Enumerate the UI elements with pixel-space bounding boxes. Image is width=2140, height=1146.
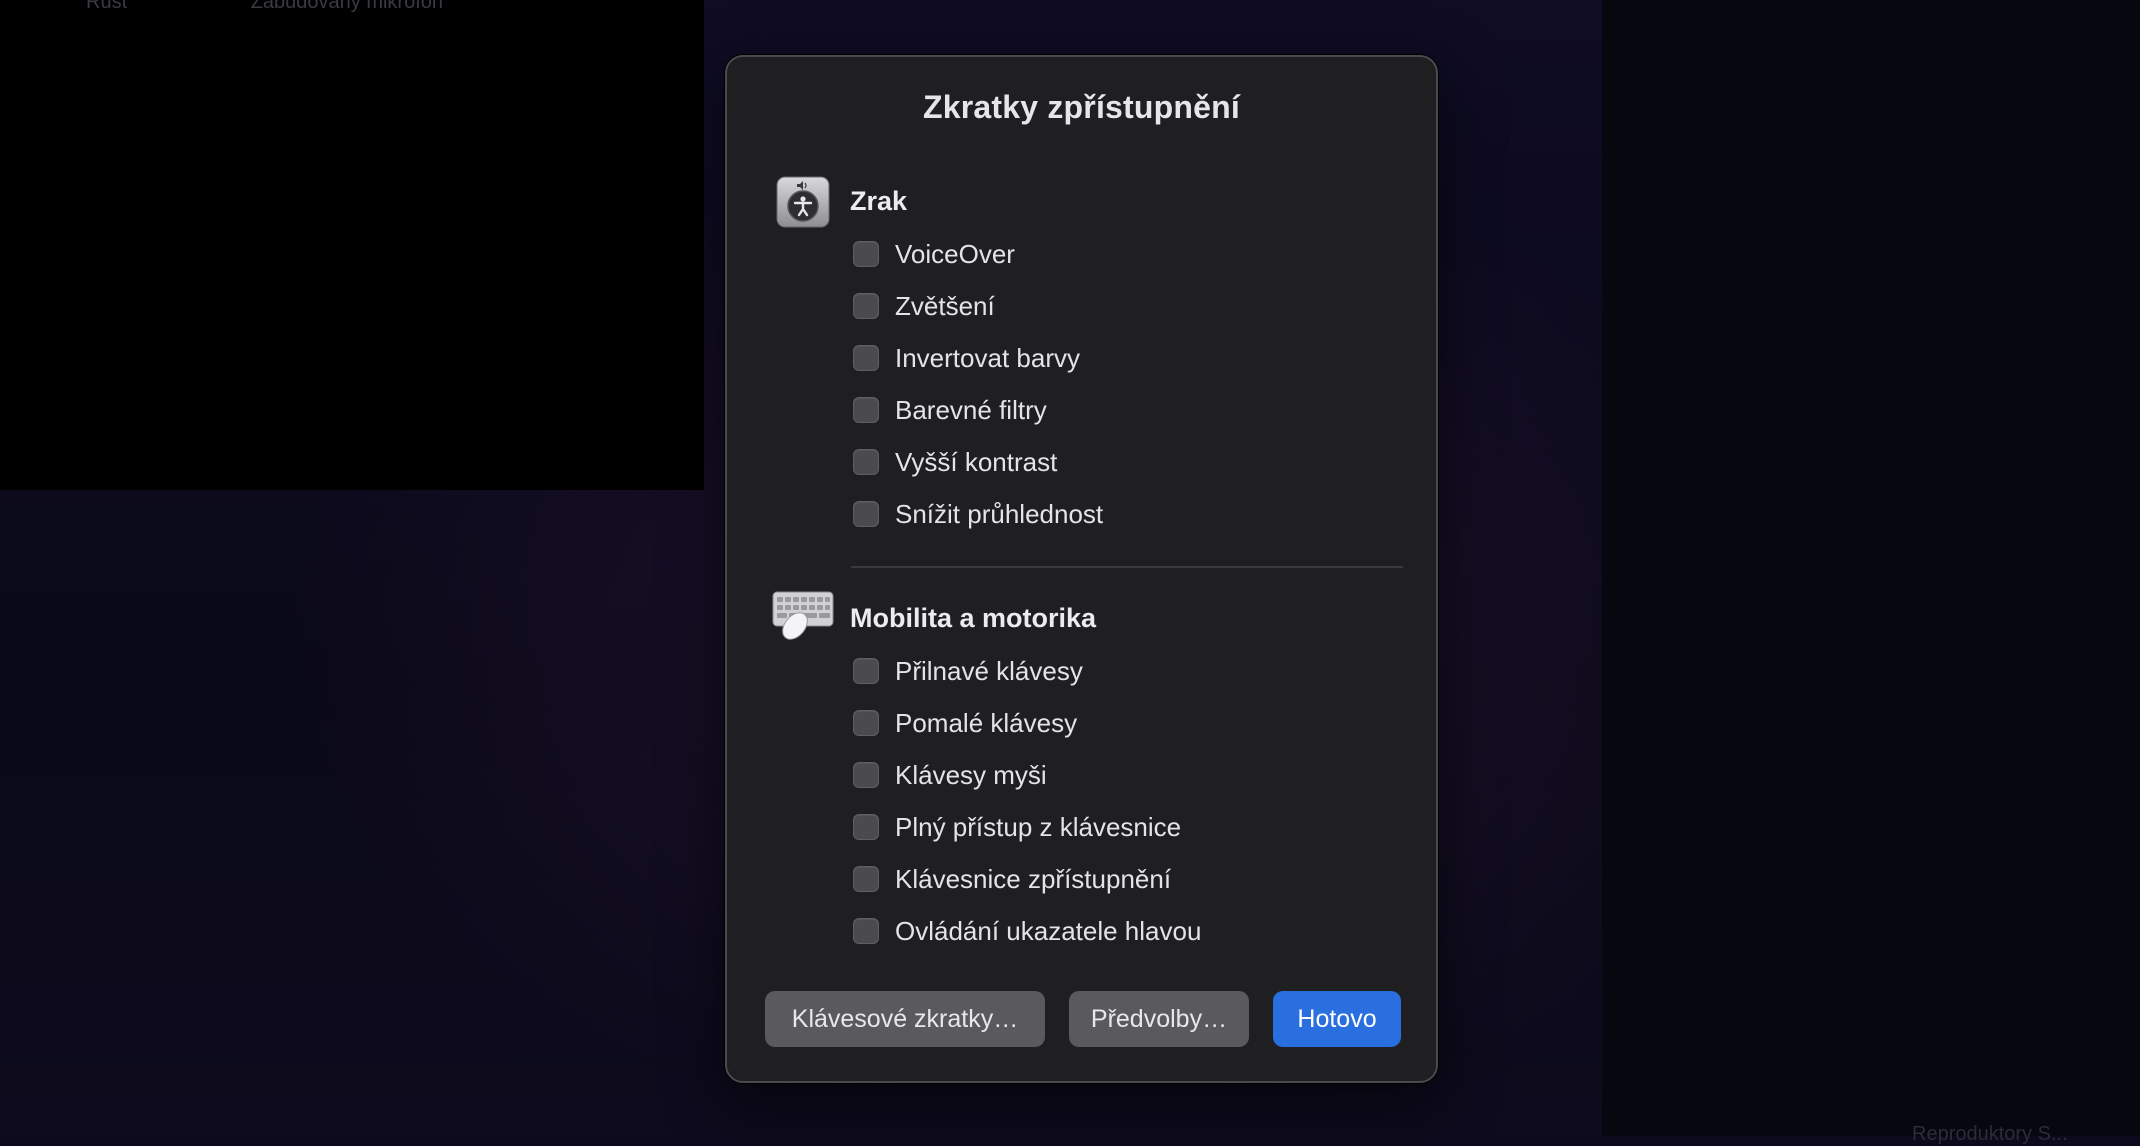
- option-zoom[interactable]: Zvětšení: [853, 286, 995, 326]
- checkbox[interactable]: [853, 397, 879, 423]
- checkbox[interactable]: [853, 501, 879, 527]
- checkbox[interactable]: [853, 918, 879, 944]
- option-label: Pomalé klávesy: [895, 707, 1078, 738]
- option-label: Plný přístup z klávesnice: [895, 811, 1182, 842]
- dialog-title: Zkratky zpřístupnění: [923, 89, 1240, 125]
- done-button[interactable]: Hotovo: [1273, 991, 1401, 1047]
- accessibility-shortcuts-dialog: Zkratky zpřístupnění Zrak VoiceOver Zvět…: [725, 55, 1438, 1083]
- checkbox[interactable]: [853, 293, 879, 319]
- section-divider: [851, 566, 1403, 568]
- option-label: Klávesy myši: [895, 759, 1047, 790]
- section-heading-mobility: Mobilita a motorika: [850, 603, 1097, 633]
- background-right-panel: [1602, 0, 2140, 1136]
- option-label: Klávesnice zpřístupnění: [895, 863, 1172, 894]
- option-color-filters[interactable]: Barevné filtry: [853, 390, 1047, 430]
- background-text-left: Růst: [86, 0, 128, 13]
- option-accessibility-keyboard[interactable]: Klávesnice zpřístupnění: [853, 859, 1171, 899]
- preferences-button[interactable]: Předvolby…: [1069, 991, 1249, 1047]
- option-label: Barevné filtry: [895, 394, 1047, 425]
- section-heading-vision: Zrak: [850, 186, 908, 216]
- checkbox[interactable]: [853, 710, 879, 736]
- option-increase-contrast[interactable]: Vyšší kontrast: [853, 442, 1057, 482]
- option-mouse-keys[interactable]: Klávesy myši: [853, 755, 1047, 795]
- option-label: VoiceOver: [895, 238, 1015, 269]
- checkbox[interactable]: [853, 762, 879, 788]
- accessibility-icon: [775, 175, 831, 229]
- checkbox[interactable]: [853, 866, 879, 892]
- checkbox[interactable]: [853, 345, 879, 371]
- checkbox[interactable]: [853, 241, 879, 267]
- option-slow-keys[interactable]: Pomalé klávesy: [853, 703, 1077, 743]
- option-voiceover[interactable]: VoiceOver: [853, 234, 1015, 274]
- keyboard-shortcuts-button[interactable]: Klávesové zkratky…: [765, 991, 1045, 1047]
- option-label: Invertovat barvy: [895, 342, 1080, 373]
- option-label: Přilnavé klávesy: [895, 655, 1083, 686]
- option-head-pointer[interactable]: Ovládání ukazatele hlavou: [853, 911, 1201, 951]
- option-full-keyboard-access[interactable]: Plný přístup z klávesnice: [853, 807, 1181, 847]
- checkbox[interactable]: [853, 658, 879, 684]
- option-label: Snížit průhlednost: [895, 498, 1104, 529]
- option-reduce-transparency[interactable]: Snížit průhlednost: [853, 494, 1103, 534]
- option-sticky-keys[interactable]: Přilnavé klávesy: [853, 651, 1083, 691]
- checkbox[interactable]: [853, 814, 879, 840]
- option-label: Zvětšení: [895, 290, 995, 321]
- checkbox[interactable]: [853, 449, 879, 475]
- option-label: Ovládání ukazatele hlavou: [895, 915, 1202, 946]
- background-text-right: Zabudovaný mikrofon: [250, 0, 444, 13]
- option-label: Vyšší kontrast: [895, 446, 1058, 477]
- keyboard-mouse-icon: [771, 588, 835, 644]
- background-top-text: Růst Zabudovaný mikrofon: [86, 0, 561, 14]
- option-invert-colors[interactable]: Invertovat barvy: [853, 338, 1080, 378]
- background-bottom-text: Reproduktory S...: [1912, 1123, 2068, 1145]
- background-window: [0, 0, 704, 490]
